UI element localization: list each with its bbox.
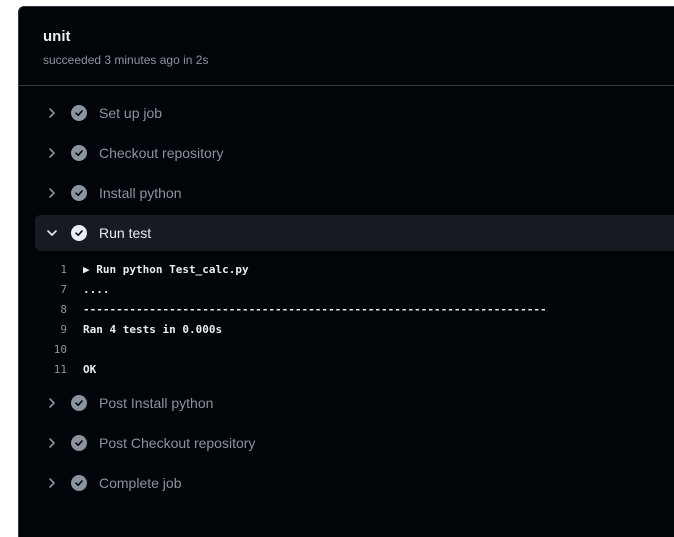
check-circle-icon xyxy=(71,185,87,201)
log-line-number[interactable]: 11 xyxy=(35,363,83,376)
job-status-text: succeeded 3 minutes ago in 2s xyxy=(43,53,209,67)
check-circle-icon xyxy=(71,475,87,491)
chevron-right-icon xyxy=(35,477,69,489)
chevron-right-icon xyxy=(35,147,69,159)
step-label: Post Checkout repository xyxy=(99,435,256,451)
header-divider xyxy=(19,85,674,86)
log-line-number[interactable]: 8 xyxy=(35,303,83,316)
step-label: Complete job xyxy=(99,475,182,491)
steps-list: Set up job Checkout repository Install p… xyxy=(35,95,674,505)
check-circle-icon xyxy=(71,435,87,451)
chevron-right-icon xyxy=(35,397,69,409)
log-line-text: ----------------------------------------… xyxy=(83,302,547,316)
log-line-number[interactable]: 10 xyxy=(35,343,83,356)
check-circle-icon xyxy=(71,145,87,161)
log-line-number[interactable]: 9 xyxy=(35,323,83,336)
log-line-number[interactable]: 1 xyxy=(35,263,83,276)
job-title: unit xyxy=(43,28,71,45)
log-line: 8 --------------------------------------… xyxy=(35,299,674,319)
log-line: 1 ▶ Run python Test_calc.py xyxy=(35,259,674,279)
step-checkout-repository[interactable]: Checkout repository xyxy=(35,135,674,171)
check-circle-icon xyxy=(71,105,87,121)
step-set-up-job[interactable]: Set up job xyxy=(35,95,674,131)
step-complete-job[interactable]: Complete job xyxy=(35,465,674,501)
step-label: Run test xyxy=(99,225,152,241)
step-label: Install python xyxy=(99,185,182,201)
log-line: 7 .... xyxy=(35,279,674,299)
chevron-right-icon xyxy=(35,437,69,449)
chevron-right-icon xyxy=(35,107,69,119)
log-line-text: Ran 4 tests in 0.000s xyxy=(83,322,223,336)
log-line: 10 xyxy=(35,339,674,359)
step-label: Set up job xyxy=(99,105,163,121)
log-line: 11 OK xyxy=(35,359,674,379)
step-post-checkout-repository[interactable]: Post Checkout repository xyxy=(35,425,674,461)
chevron-right-icon xyxy=(35,187,69,199)
step-log-output: 1 ▶ Run python Test_calc.py 7 .... 8 ---… xyxy=(35,259,674,379)
step-run-test[interactable]: Run test xyxy=(35,215,674,251)
log-line-text: OK xyxy=(83,362,97,376)
step-install-python[interactable]: Install python xyxy=(35,175,674,211)
log-line-number[interactable]: 7 xyxy=(35,283,83,296)
job-log-panel: unit succeeded 3 minutes ago in 2s Set u… xyxy=(18,6,674,537)
step-post-install-python[interactable]: Post Install python xyxy=(35,385,674,421)
log-line-text[interactable]: ▶ Run python Test_calc.py xyxy=(83,263,249,276)
log-line: 9 Ran 4 tests in 0.000s xyxy=(35,319,674,339)
chevron-down-icon xyxy=(35,227,69,239)
check-circle-icon xyxy=(71,225,87,241)
job-header: unit succeeded 3 minutes ago in 2s xyxy=(43,27,208,67)
step-label: Checkout repository xyxy=(99,145,224,161)
log-line-text: .... xyxy=(83,282,110,296)
step-label: Post Install python xyxy=(99,395,214,411)
check-circle-icon xyxy=(71,395,87,411)
